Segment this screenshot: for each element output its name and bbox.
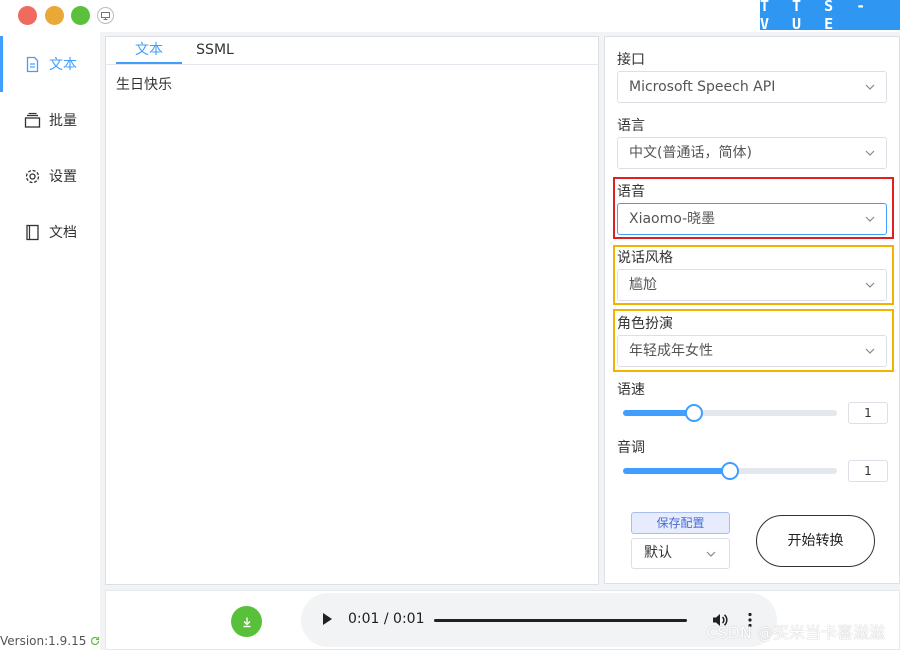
close-window-button[interactable] bbox=[18, 6, 37, 25]
chevron-down-icon bbox=[865, 282, 875, 288]
style-select[interactable]: 尴尬 bbox=[617, 269, 887, 301]
chevron-down-icon bbox=[865, 348, 875, 354]
start-convert-button[interactable]: 开始转换 bbox=[756, 515, 875, 567]
sidebar-item-label: 批量 bbox=[49, 113, 77, 129]
minimize-window-button[interactable] bbox=[45, 6, 64, 25]
rate-slider-thumb[interactable] bbox=[684, 404, 703, 422]
chevron-down-icon bbox=[865, 150, 875, 156]
watermark: CSDN @买米当卡喜滋滋 bbox=[706, 623, 885, 642]
pitch-label: 音调 bbox=[617, 440, 645, 456]
api-label: 接口 bbox=[617, 52, 645, 68]
role-select[interactable]: 年轻成年女性 bbox=[617, 335, 887, 367]
style-value: 尴尬 bbox=[629, 277, 657, 293]
style-label: 说话风格 bbox=[617, 250, 673, 266]
app-brand: T T S - V U E bbox=[760, 0, 900, 33]
preset-select[interactable]: 默认 bbox=[631, 538, 730, 569]
title-bar: T T S - V U E bbox=[0, 0, 900, 33]
voice-value: Xiaomo-晓墨 bbox=[629, 211, 716, 227]
player-bar: 0:01 / 0:01 CSDN @买米当卡喜滋滋 bbox=[105, 590, 900, 650]
language-label: 语言 bbox=[617, 118, 645, 134]
sidebar-item-docs[interactable]: 文档 bbox=[0, 204, 100, 260]
maximize-window-button[interactable] bbox=[71, 6, 90, 25]
editor-panel: 文本 SSML 生日快乐 bbox=[105, 36, 599, 585]
tab-ssml[interactable]: SSML bbox=[182, 37, 248, 64]
download-button[interactable] bbox=[231, 606, 262, 637]
voice-label: 语音 bbox=[617, 184, 645, 200]
chevron-down-icon bbox=[865, 84, 875, 90]
sidebar-item-text[interactable]: 文本 bbox=[0, 36, 100, 92]
download-icon bbox=[243, 617, 250, 627]
sidebar-item-label: 文档 bbox=[49, 225, 77, 241]
gear-icon bbox=[25, 169, 40, 183]
seek-bar[interactable] bbox=[434, 619, 687, 622]
language-value: 中文(普通话，简体) bbox=[629, 145, 752, 161]
tab-text[interactable]: 文本 bbox=[116, 37, 182, 64]
version-label: Version:1.9.15 bbox=[0, 634, 87, 648]
refresh-icon[interactable] bbox=[90, 636, 100, 646]
text-input[interactable]: 生日快乐 bbox=[106, 66, 598, 584]
api-value: Microsoft Speech API bbox=[629, 79, 776, 95]
language-select[interactable]: 中文(普通话，简体) bbox=[617, 137, 887, 169]
play-icon[interactable] bbox=[321, 612, 333, 626]
voice-select[interactable]: Xiaomo-晓墨 bbox=[617, 203, 887, 235]
preset-value: 默认 bbox=[644, 545, 672, 561]
editor-tabs: 文本 SSML bbox=[106, 37, 598, 65]
pitch-input[interactable]: 1 bbox=[848, 460, 888, 482]
version-info: Version:1.9.15 bbox=[0, 634, 100, 648]
playback-time: 0:01 / 0:01 bbox=[348, 611, 425, 627]
rate-slider[interactable] bbox=[623, 404, 837, 422]
layers-icon bbox=[24, 112, 41, 128]
save-config-button[interactable]: 保存配置 bbox=[631, 512, 730, 534]
sidebar-item-label: 文本 bbox=[49, 57, 77, 73]
sidebar-item-settings[interactable]: 设置 bbox=[0, 148, 100, 204]
notebook-icon bbox=[26, 224, 39, 240]
rate-input[interactable]: 1 bbox=[848, 402, 888, 424]
pitch-slider-fill bbox=[623, 468, 730, 474]
pitch-slider[interactable] bbox=[623, 462, 837, 480]
role-label: 角色扮演 bbox=[617, 316, 673, 332]
sidebar: 文本 批量 设置 文档 Version:1.9.15 bbox=[0, 32, 100, 650]
chevron-down-icon bbox=[865, 216, 875, 222]
chevron-down-icon bbox=[706, 551, 716, 557]
rate-label: 语速 bbox=[617, 382, 645, 398]
sidebar-item-label: 设置 bbox=[49, 169, 77, 185]
sidebar-item-batch[interactable]: 批量 bbox=[0, 92, 100, 148]
rate-slider-fill bbox=[623, 410, 694, 416]
api-select[interactable]: Microsoft Speech API bbox=[617, 71, 887, 103]
monitor-icon[interactable] bbox=[97, 7, 114, 24]
settings-panel: 接口 Microsoft Speech API 语言 中文(普通话，简体) 语音… bbox=[604, 36, 900, 584]
pitch-slider-thumb[interactable] bbox=[721, 462, 739, 480]
role-value: 年轻成年女性 bbox=[629, 343, 713, 359]
document-icon bbox=[26, 56, 39, 72]
